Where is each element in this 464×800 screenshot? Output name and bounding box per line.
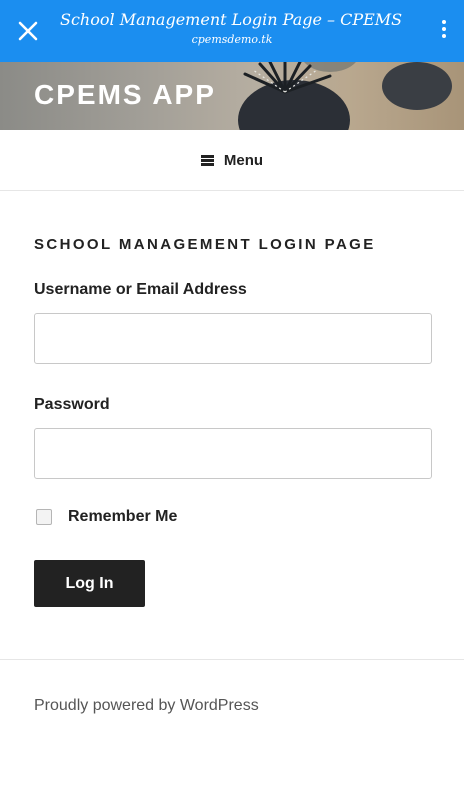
banner-decoration [382, 62, 452, 110]
login-button[interactable]: Log In [34, 560, 145, 607]
remember-me-label[interactable]: Remember Me [68, 508, 177, 526]
footer-divider [0, 659, 464, 660]
header-banner: CPEMS APP [0, 62, 464, 130]
more-vertical-icon[interactable] [438, 20, 450, 42]
footer-credit[interactable]: Proudly powered by WordPress [34, 697, 259, 715]
menu-toggle[interactable]: Menu [0, 130, 464, 191]
plant-leaves-image [243, 62, 332, 94]
page-title: SCHOOL MANAGEMENT LOGIN PAGE [34, 236, 376, 253]
site-title[interactable]: CPEMS APP [34, 79, 216, 111]
close-icon[interactable] [15, 18, 41, 44]
menu-label: Menu [223, 151, 264, 169]
hamburger-icon [200, 154, 214, 166]
remember-me-checkbox[interactable] [36, 509, 52, 525]
browser-url: cpemsdemo.tk [191, 33, 273, 46]
username-input[interactable] [34, 313, 432, 364]
password-input[interactable] [34, 428, 432, 479]
browser-page-title: School Management Login Page – CPEMS APP [60, 10, 404, 29]
browser-top-bar: School Management Login Page – CPEMS APP… [0, 0, 464, 62]
password-label: Password [34, 396, 110, 413]
remember-me-row: Remember Me [34, 508, 177, 526]
username-label: Username or Email Address [34, 281, 247, 298]
